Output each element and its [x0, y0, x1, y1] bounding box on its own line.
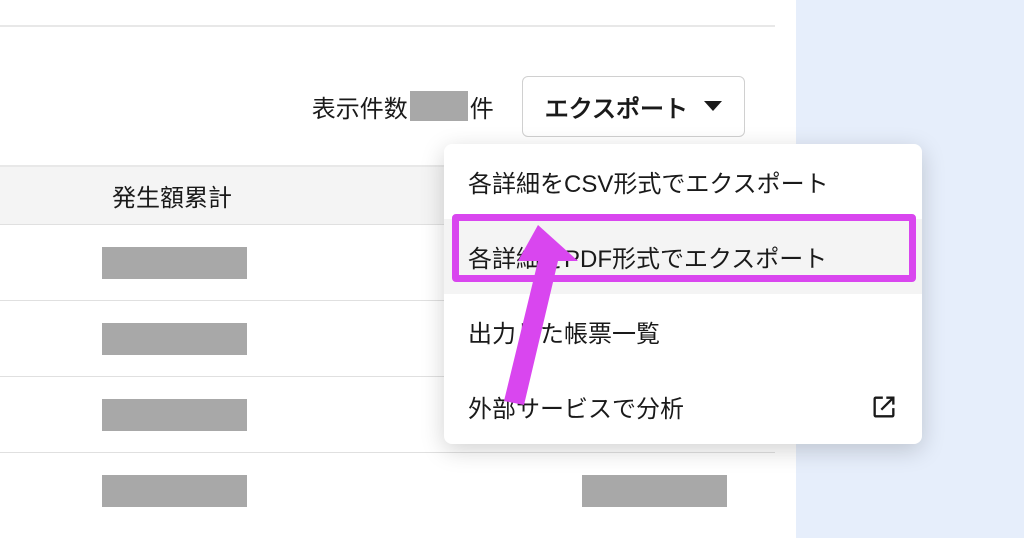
export-button[interactable]: エクスポート [522, 76, 745, 137]
display-count-suffix: 件 [470, 89, 494, 124]
cell-value-redacted [102, 475, 247, 507]
dropdown-item-export-csv[interactable]: 各詳細をCSV形式でエクスポート [444, 144, 922, 219]
cell-value-redacted [102, 323, 247, 355]
cell-value-redacted [582, 475, 727, 507]
dropdown-item-label: 各詳細をCSV形式でエクスポート [468, 164, 829, 199]
external-link-icon [870, 393, 898, 421]
export-button-label: エクスポート [545, 89, 688, 124]
cell-value-redacted [102, 399, 247, 431]
dropdown-item-external-analyze[interactable]: 外部サービスで分析 [444, 369, 922, 444]
column-header-amount: 発生額累計 [112, 178, 232, 213]
display-count-value-redacted [410, 91, 468, 121]
dropdown-item-export-pdf[interactable]: 各詳細をPDF形式でエクスポート [444, 219, 922, 294]
dropdown-item-report-list[interactable]: 出力した帳票一覧 [444, 294, 922, 369]
chevron-down-icon [704, 101, 722, 111]
dropdown-item-label: 外部サービスで分析 [468, 389, 684, 424]
dropdown-item-label: 出力した帳票一覧 [468, 314, 660, 349]
dropdown-item-label: 各詳細をPDF形式でエクスポート [468, 239, 827, 274]
divider [0, 25, 775, 27]
toolbar: 表示件数 件 エクスポート [0, 80, 775, 132]
export-dropdown: 各詳細をCSV形式でエクスポート 各詳細をPDF形式でエクスポート 出力した帳票… [444, 144, 922, 444]
display-count-label: 表示件数 件 [312, 89, 494, 124]
display-count-prefix: 表示件数 [312, 89, 408, 124]
cell-value-redacted [102, 247, 247, 279]
table-row [0, 453, 775, 529]
